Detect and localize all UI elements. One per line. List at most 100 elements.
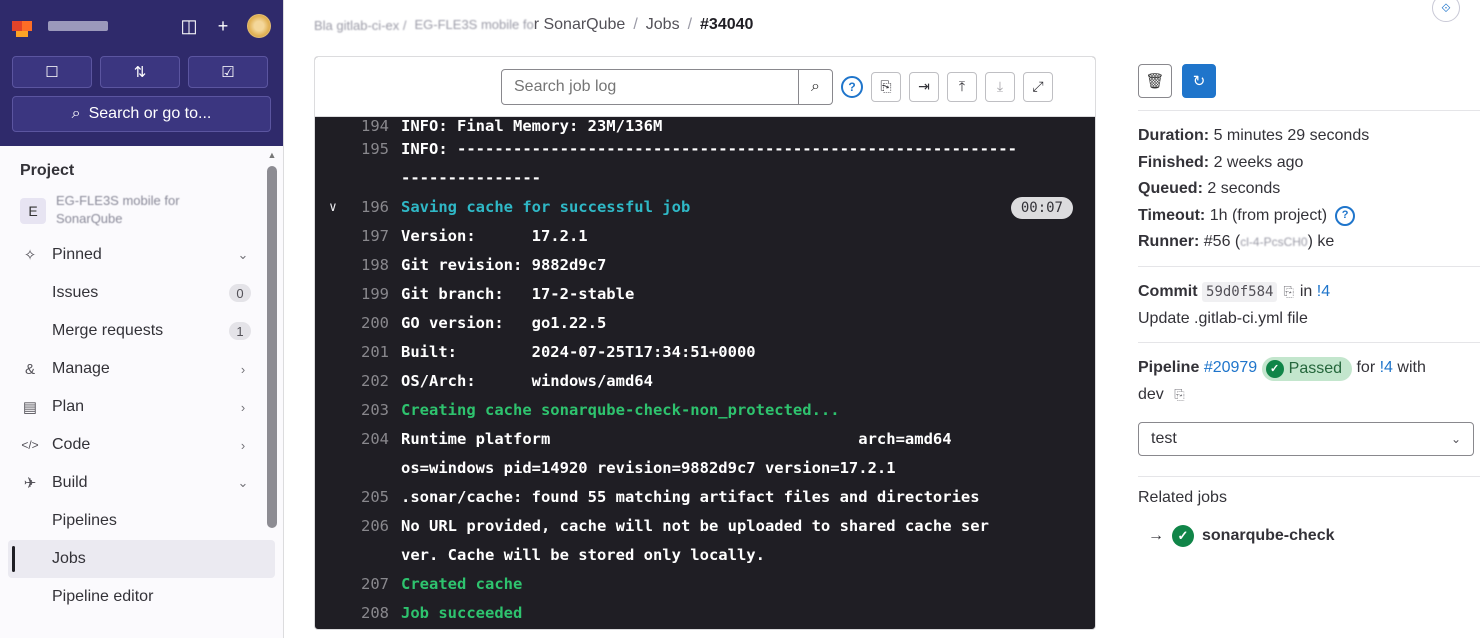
arrow-right-icon: →: [1148, 527, 1164, 545]
pipeline-status-badge[interactable]: ✓ Passed: [1261, 357, 1353, 382]
log-line: 198 Git revision: 9882d9c7: [329, 251, 1073, 280]
sidebar-item-manage[interactable]: & Manage ›: [8, 350, 275, 388]
log-line: 204 Runtime platform arch=amd64: [329, 425, 1073, 454]
line-number[interactable]: 202: [349, 367, 389, 396]
project-link[interactable]: E EG-FLE3S mobile for SonarQube: [8, 190, 275, 236]
line-number[interactable]: 203: [349, 396, 389, 425]
scroll-up-icon[interactable]: ▲: [267, 150, 277, 160]
users-icon: &: [24, 360, 35, 378]
sidebar-scrollbar[interactable]: ▲: [267, 150, 277, 638]
job-log-search: ⌕: [501, 68, 833, 105]
show-raw-icon[interactable]: ⎘: [871, 71, 901, 102]
line-number[interactable]: 206: [349, 512, 389, 541]
todos-shortcut-button[interactable]: ☑: [188, 56, 268, 88]
code-icon: </>: [21, 438, 39, 452]
sidebar-item-plan[interactable]: ▤ Plan ›: [8, 388, 275, 426]
scrollbar-thumb[interactable]: [267, 166, 277, 528]
chevron-right-icon: ›: [240, 437, 246, 453]
rocket-icon: ✈: [23, 475, 37, 492]
log-line-text: Creating cache sonarqube-check-non_prote…: [401, 401, 840, 419]
breadcrumb-current-job: #34040: [700, 16, 754, 33]
log-line-text: Git branch: 17-2-stable: [401, 285, 635, 303]
sidebar-item-pinned[interactable]: ✧ Pinned ⌄: [8, 236, 275, 274]
copy-icon[interactable]: ⎘: [1283, 284, 1293, 299]
sidebar-item-build[interactable]: ✈ Build ⌄: [8, 464, 275, 502]
commit-info: Commit 59d0f584 ⎘ in !4 Update .gitlab-ci.…: [1138, 279, 1474, 332]
user-avatar[interactable]: [247, 14, 271, 38]
retry-job-button[interactable]: ↻: [1182, 64, 1216, 98]
pipeline-branch: dev: [1138, 385, 1164, 403]
scroll-to-bottom-icon[interactable]: ⤓: [985, 71, 1015, 102]
fullscreen-icon[interactable]: ⤢: [1023, 71, 1053, 102]
line-number[interactable]: 195: [349, 135, 389, 164]
sidebar-item-pipelines[interactable]: Pipelines: [8, 502, 275, 540]
sidebar-item-merge-requests[interactable]: Merge requests 1: [8, 312, 275, 350]
line-number[interactable]: 200: [349, 309, 389, 338]
scroll-to-top-icon[interactable]: ⤒: [947, 71, 977, 102]
help-assistant-icon[interactable]: ⟐: [1432, 0, 1460, 22]
question-icon[interactable]: ?: [841, 75, 863, 98]
log-gutter: [329, 396, 349, 425]
log-gutter: [329, 599, 349, 628]
gitlab-logo-icon[interactable]: [12, 15, 34, 37]
search-or-go-to-button[interactable]: ⌕ Search or go to...: [12, 96, 271, 132]
stage-select[interactable]: test ⌄: [1138, 422, 1474, 457]
breadcrumb-project[interactable]: EG-FLE3S mobile for SonarQube: [414, 16, 625, 34]
line-number[interactable]: 196: [349, 193, 389, 222]
merge-request-icon: ⇅: [133, 64, 147, 81]
commit-sha[interactable]: 59d0f584: [1202, 281, 1278, 302]
trash-icon: 🗑: [1145, 73, 1165, 90]
search-icon[interactable]: ⌕: [798, 69, 832, 104]
log-line: os=windows pid=14920 revision=9882d9c7 v…: [329, 454, 1073, 483]
log-gutter: [329, 570, 349, 599]
project-avatar: E: [20, 198, 46, 224]
log-line: 208 Job succeeded: [329, 599, 1073, 628]
wrap-lines-icon[interactable]: ⇥: [909, 71, 939, 102]
divider: [1138, 110, 1480, 111]
log-line: 197 Version: 17.2.1: [329, 222, 1073, 251]
line-number[interactable]: 201: [349, 338, 389, 367]
copy-icon[interactable]: ⎘: [1174, 387, 1184, 402]
line-number[interactable]: 199: [349, 280, 389, 309]
search-icon: ⌕: [71, 105, 81, 122]
chevron-down-icon: ⌄: [1450, 432, 1461, 447]
job-log-search-input[interactable]: [502, 69, 798, 104]
breadcrumb-jobs[interactable]: Jobs: [646, 16, 680, 34]
line-number[interactable]: 207: [349, 570, 389, 599]
log-gutter: [329, 222, 349, 251]
line-number[interactable]: 204: [349, 425, 389, 454]
merge-requests-shortcut-button[interactable]: ⇅: [100, 56, 180, 88]
check-circle-icon: ✓: [1265, 360, 1284, 379]
related-job-link[interactable]: → ✓ sonarqube-check: [1138, 525, 1474, 548]
line-number[interactable]: 198: [349, 251, 389, 280]
finished-row: Finished: 2 weeks ago: [1138, 153, 1304, 171]
log-line: 201 Built: 2024-07-25T17:34:51+0000: [329, 338, 1073, 367]
line-number[interactable]: 208: [349, 599, 389, 628]
breadcrumb-group[interactable]: Bla gitlab-ci-ex /: [314, 18, 406, 33]
timeout-row: Timeout: 1h (from project)?: [1138, 203, 1474, 230]
collapse-section-icon[interactable]: ∨: [329, 193, 349, 222]
create-new-icon[interactable]: +: [209, 12, 237, 40]
log-line-text: No URL provided, cache will not be uploa…: [401, 517, 989, 535]
chevron-right-icon: ›: [240, 399, 246, 415]
sidebar-item-code[interactable]: </> Code ›: [8, 426, 275, 464]
log-line-text: INFO: ----------------------------------…: [401, 140, 1017, 158]
sidebar-toggle-icon[interactable]: ◫: [175, 12, 203, 40]
log-line: 205 .sonar/cache: found 55 matching artif…: [329, 483, 1073, 512]
line-number[interactable]: 205: [349, 483, 389, 512]
job-log-output: 194 INFO: Final Memory: 23M/136M 195 INFO: …: [315, 117, 1095, 628]
log-gutter: [329, 117, 349, 135]
question-icon[interactable]: ?: [1335, 205, 1356, 226]
sidebar-item-issues[interactable]: Issues 0: [8, 274, 275, 312]
issues-shortcut-button[interactable]: ☐: [12, 56, 92, 88]
commit-mr-link[interactable]: !4: [1317, 283, 1330, 300]
pipeline-mr-link[interactable]: !4: [1380, 359, 1393, 376]
line-number[interactable]: 194: [349, 117, 389, 135]
duration-row: Duration: 5 minutes 29 seconds: [1138, 127, 1370, 144]
erase-job-log-button[interactable]: 🗑: [1138, 64, 1172, 98]
sidebar-section-title: Project: [20, 162, 75, 179]
pipeline-link[interactable]: #20979: [1204, 359, 1257, 376]
sidebar-item-jobs[interactable]: Jobs: [8, 540, 275, 578]
sidebar-item-pipeline-editor[interactable]: Pipeline editor: [8, 578, 275, 616]
line-number[interactable]: 197: [349, 222, 389, 251]
